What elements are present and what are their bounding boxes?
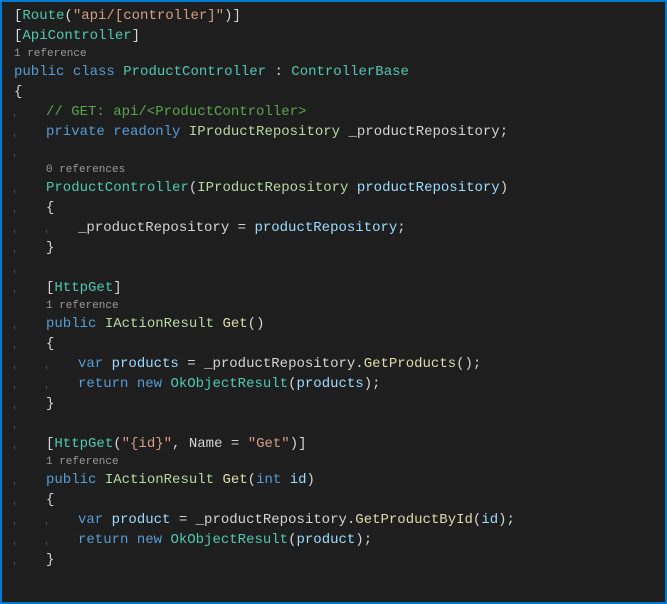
code-line: } xyxy=(14,550,665,570)
code-line: var product = _productRepository.GetProd… xyxy=(14,510,665,530)
code-line: [HttpGet("{id}", Name = "Get")] xyxy=(14,434,665,454)
code-line: // GET: api/<ProductController> xyxy=(14,102,665,122)
code-line: } xyxy=(14,238,665,258)
code-line: { xyxy=(14,198,665,218)
code-line: } xyxy=(14,394,665,414)
code-editor[interactable]: [Route("api/[controller]")] [ApiControll… xyxy=(2,2,665,574)
code-line: public IActionResult Get() xyxy=(14,314,665,334)
codelens-reference[interactable]: 1 reference xyxy=(14,46,665,62)
blank-line xyxy=(14,258,665,278)
code-line: ProductController(IProductRepository pro… xyxy=(14,178,665,198)
code-line: { xyxy=(14,334,665,354)
codelens-reference[interactable]: 0 references xyxy=(14,162,665,178)
code-line: [ApiController] xyxy=(14,26,665,46)
codelens-reference[interactable]: 1 reference xyxy=(14,298,665,314)
code-line: { xyxy=(14,82,665,102)
blank-line xyxy=(14,414,665,434)
code-line: return new OkObjectResult(products); xyxy=(14,374,665,394)
code-line: [HttpGet] xyxy=(14,278,665,298)
code-line: var products = _productRepository.GetPro… xyxy=(14,354,665,374)
code-line: public IActionResult Get(int id) xyxy=(14,470,665,490)
codelens-reference[interactable]: 1 reference xyxy=(14,454,665,470)
code-line: return new OkObjectResult(product); xyxy=(14,530,665,550)
code-line: [Route("api/[controller]")] xyxy=(14,6,665,26)
code-line: _productRepository = productRepository; xyxy=(14,218,665,238)
blank-line xyxy=(14,142,665,162)
code-line: private readonly IProductRepository _pro… xyxy=(14,122,665,142)
code-line: { xyxy=(14,490,665,510)
code-line: public class ProductController : Control… xyxy=(14,62,665,82)
